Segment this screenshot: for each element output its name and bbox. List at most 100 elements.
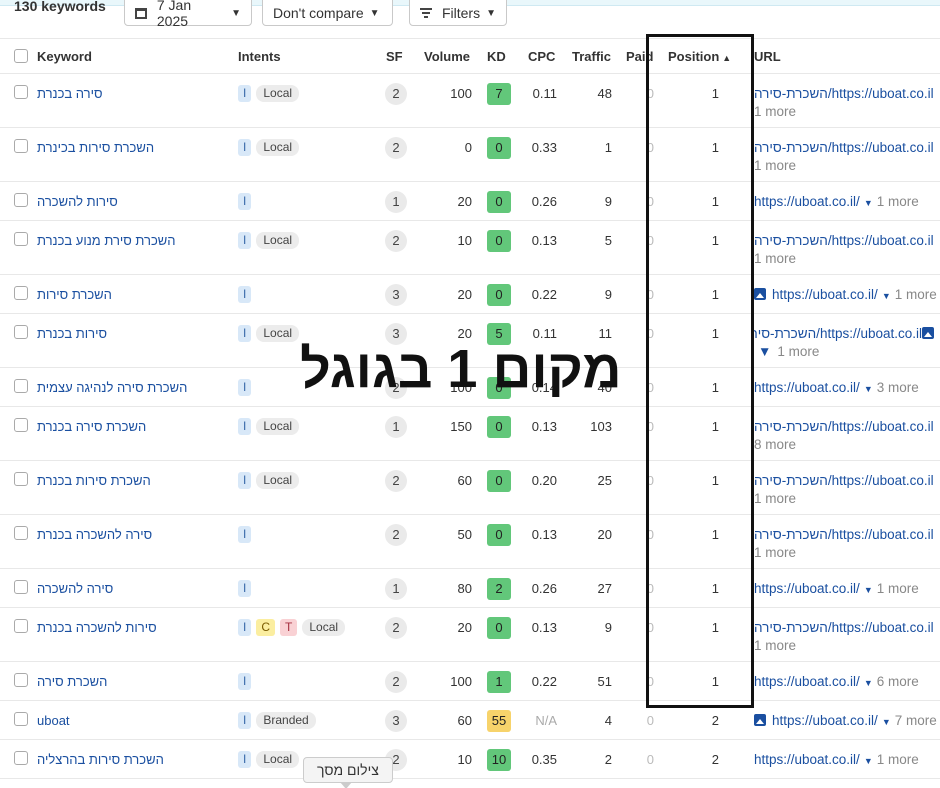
row-checkbox[interactable] (14, 472, 28, 486)
row-checkbox[interactable] (14, 85, 28, 99)
col-kd[interactable]: KD (487, 49, 506, 64)
col-traffic[interactable]: Traffic (572, 49, 611, 64)
row-checkbox[interactable] (14, 580, 28, 594)
intents-cell: I Local (238, 85, 300, 102)
keyword-link[interactable]: סירות בכנרת (37, 326, 107, 341)
col-url[interactable]: URL (754, 49, 781, 64)
col-sf[interactable]: SF (386, 49, 403, 64)
kd-badge: 0 (487, 137, 511, 159)
sf-badge[interactable]: 1 (385, 578, 407, 600)
more-urls[interactable]: 1 more (754, 638, 796, 653)
chevron-down-icon[interactable]: ▼ (864, 585, 873, 595)
sf-badge[interactable]: 3 (385, 710, 407, 732)
filters-button[interactable]: Filters ▼ (409, 0, 507, 26)
keyword-link[interactable]: השכרת סירות (37, 287, 112, 302)
row-checkbox[interactable] (14, 619, 28, 633)
keyword-link[interactable]: השכרת סירה בכנרת (37, 419, 146, 434)
more-urls[interactable]: 8 more (754, 437, 796, 452)
url-link[interactable]: https://uboat.co.il/השכרת-סירה (754, 527, 934, 542)
sf-badge[interactable]: 2 (385, 524, 407, 546)
row-checkbox[interactable] (14, 418, 28, 432)
row-checkbox[interactable] (14, 379, 28, 393)
keyword-link[interactable]: סירות להשכרה בכנרת (37, 620, 157, 635)
chevron-down-icon[interactable]: ▼ (882, 717, 891, 727)
date-select[interactable]: 7 Jan 2025 ▼ (124, 0, 252, 29)
more-urls[interactable]: 1 more (754, 158, 796, 173)
keyword-link[interactable]: השכרת סירה (37, 674, 107, 689)
url-link[interactable]: https://uboat.co.il/השכרת-סירה (754, 473, 934, 488)
sf-badge[interactable]: 2 (385, 617, 407, 639)
sf-badge[interactable]: 2 (385, 137, 407, 159)
url-link[interactable]: https://uboat.co.il/ (754, 581, 860, 596)
chevron-down-icon[interactable]: ▼ (864, 198, 873, 208)
more-urls[interactable]: 1 more (877, 194, 919, 209)
url-link[interactable]: https://uboat.co.il/השכרת-סירה (754, 326, 922, 341)
keyword-link[interactable]: סירה להשכרה (37, 581, 113, 596)
more-urls[interactable]: 1 more (877, 581, 919, 596)
row-checkbox[interactable] (14, 712, 28, 726)
url-link[interactable]: https://uboat.co.il/ (754, 380, 860, 395)
url-link[interactable]: https://uboat.co.il/ (772, 713, 878, 728)
col-paid[interactable]: Paid (626, 49, 653, 64)
keyword-link[interactable]: השכרת סירות בכינרת (37, 140, 154, 155)
sf-badge[interactable]: 2 (385, 671, 407, 693)
sf-badge[interactable]: 2 (385, 83, 407, 105)
image-icon (754, 288, 766, 300)
keyword-link[interactable]: סירות להשכרה (37, 194, 118, 209)
row-checkbox[interactable] (14, 139, 28, 153)
chevron-down-icon: ▼ (369, 7, 380, 19)
sf-badge[interactable]: 2 (385, 230, 407, 252)
row-checkbox[interactable] (14, 526, 28, 540)
more-urls[interactable]: ▼ 1 more (754, 344, 819, 359)
chevron-down-icon[interactable]: ▼ (864, 384, 873, 394)
compare-select[interactable]: Don't compare ▼ (262, 0, 393, 26)
row-checkbox[interactable] (14, 193, 28, 207)
url-link[interactable]: https://uboat.co.il/ (754, 194, 860, 209)
more-urls[interactable]: 1 more (895, 287, 937, 302)
sf-badge[interactable]: 1 (385, 191, 407, 213)
url-link[interactable]: https://uboat.co.il/השכרת-סירה (754, 140, 934, 155)
more-urls[interactable]: 1 more (877, 752, 919, 767)
keyword-link[interactable]: סירה בכנרת (37, 86, 103, 101)
url-link[interactable]: https://uboat.co.il/השכרת-סירה (754, 86, 934, 101)
sf-badge[interactable]: 1 (385, 416, 407, 438)
more-urls[interactable]: 1 more (754, 491, 796, 506)
col-intents[interactable]: Intents (238, 49, 281, 64)
sf-badge[interactable]: 3 (385, 284, 407, 306)
chevron-down-icon[interactable]: ▼ (882, 291, 891, 301)
table-row: השכרת סירות I 3 20 0 0.22 9 0 1 https://uboat.co.… (0, 275, 940, 314)
url-link[interactable]: https://uboat.co.il/השכרת-סירה (754, 620, 934, 635)
url-link[interactable]: https://uboat.co.il/ (754, 674, 860, 689)
col-cpc[interactable]: CPC (528, 49, 555, 64)
more-urls[interactable]: 1 more (754, 251, 796, 266)
more-urls[interactable]: 6 more (877, 674, 919, 689)
more-urls[interactable]: 1 more (754, 104, 796, 119)
row-checkbox[interactable] (14, 673, 28, 687)
url-link[interactable]: https://uboat.co.il/השכרת-סירה (754, 233, 934, 248)
keyword-link[interactable]: סירה להשכרה בכנרת (37, 527, 152, 542)
row-checkbox[interactable] (14, 232, 28, 246)
col-keyword[interactable]: Keyword (37, 49, 92, 64)
col-position[interactable]: Position ▲ (668, 49, 731, 64)
url-link[interactable]: https://uboat.co.il/ (772, 287, 878, 302)
keyword-link[interactable]: השכרת סירה לנהיגה עצמית (37, 380, 187, 395)
col-position-label: Position (668, 49, 720, 64)
keyword-link[interactable]: השכרת סירת מנוע בכנרת (37, 233, 176, 248)
row-checkbox[interactable] (14, 751, 28, 765)
keyword-link[interactable]: uboat (37, 713, 70, 728)
chevron-down-icon[interactable]: ▼ (864, 756, 873, 766)
more-urls[interactable]: 1 more (754, 545, 796, 560)
col-volume[interactable]: Volume (424, 49, 470, 64)
row-checkbox[interactable] (14, 286, 28, 300)
keyword-link[interactable]: השכרת סירות בכנרת (37, 473, 151, 488)
row-checkbox[interactable] (14, 325, 28, 339)
more-urls[interactable]: 7 more (895, 713, 937, 728)
url-link[interactable]: https://uboat.co.il/השכרת-סירה (754, 419, 934, 434)
sf-badge[interactable]: 2 (385, 470, 407, 492)
chevron-down-icon[interactable]: ▼ (758, 344, 771, 359)
url-link[interactable]: https://uboat.co.il/ (754, 752, 860, 767)
keyword-link[interactable]: השכרת סירות בהרצליה (37, 752, 164, 767)
chevron-down-icon[interactable]: ▼ (864, 678, 873, 688)
select-all-checkbox[interactable] (14, 49, 28, 63)
more-urls[interactable]: 3 more (877, 380, 919, 395)
